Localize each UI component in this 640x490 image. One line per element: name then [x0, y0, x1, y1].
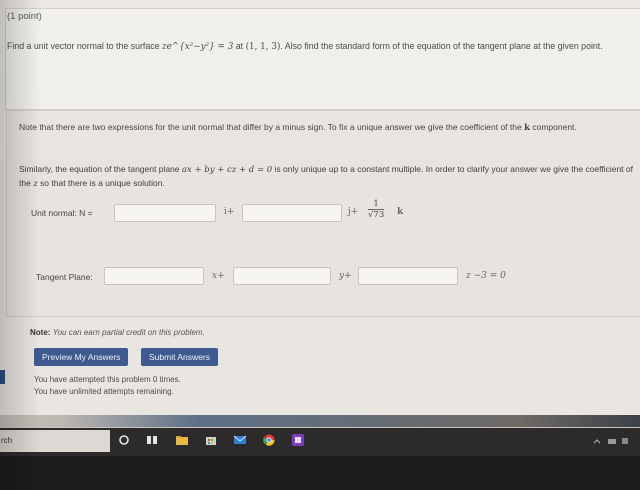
page-bottom-edge [0, 415, 640, 427]
fraction-denominator: √73 [368, 210, 385, 220]
note1-pre: Note that there are two expressions for … [19, 122, 525, 132]
preview-answers-button[interactable]: Preview My Answers [34, 348, 129, 366]
tangent-plane-x-sep: x+ [212, 271, 225, 281]
given-point: (1, 1, 3) [245, 42, 281, 52]
problem-points: (1 point) [7, 11, 42, 22]
unit-normal-note: Note that there are two expressions for … [19, 121, 634, 135]
unit-normal-k: k [397, 207, 404, 217]
plane-equation: ax + by + cz + d = 0 [181, 165, 273, 175]
taskbar-search-box[interactable]: rch [0, 430, 110, 452]
problem-question: Find a unit vector normal to the surface… [7, 39, 637, 55]
question-text-mid: at [233, 41, 246, 51]
unit-normal-i-sep: i+ [224, 207, 235, 217]
unit-normal-i-input[interactable] [114, 204, 216, 222]
file-explorer-icon[interactable] [176, 434, 188, 446]
tangent-plane-x-input[interactable] [104, 267, 204, 285]
windows-taskbar: rch [0, 428, 640, 456]
tangent-plane-note: Similarly, the equation of the tangent p… [19, 163, 639, 191]
desk-foreground [0, 456, 640, 490]
unit-normal-label: Unit normal: N = [31, 208, 93, 218]
attempts-line-2: You have unlimited attempts remaining. [34, 387, 174, 396]
fraction-numerator: 1 [368, 199, 385, 210]
side-tab-marker [0, 370, 5, 384]
mail-icon[interactable] [233, 434, 247, 446]
tangent-plane-z-input[interactable] [358, 267, 458, 285]
question-text-pre: Find a unit vector normal to the surface [7, 41, 162, 51]
question-text-post: . Also find the standard form of the equ… [280, 41, 603, 51]
k-coefficient-fraction: 1 √73 [368, 199, 385, 220]
submit-answers-button[interactable]: Submit Answers [141, 348, 218, 366]
problem-statement-box [5, 8, 640, 110]
surface-equation: ze^{x²−y²} = 3 [162, 42, 234, 52]
note2-post: so that there is a unique solution. [37, 178, 165, 188]
tangent-plane-label: Tangent Plane: [36, 272, 93, 282]
system-tray[interactable] [592, 436, 632, 448]
store-icon[interactable] [205, 434, 217, 446]
attempts-info: You have attempted this problem 0 times.… [34, 374, 181, 398]
chrome-icon[interactable] [263, 434, 275, 446]
unit-normal-j-sep: j+ [348, 207, 359, 217]
webwork-page: (1 point) Find a unit vector normal to t… [0, 0, 640, 427]
attempts-line-1: You have attempted this problem 0 times. [34, 375, 181, 384]
unit-normal-j-input[interactable] [242, 204, 342, 222]
tangent-plane-tail: z −3 = 0 [466, 271, 506, 281]
tangent-plane-y-input[interactable] [233, 267, 331, 285]
partial-credit-bold: Note: [30, 328, 51, 337]
onenote-icon[interactable] [292, 434, 304, 446]
note1-post: component. [529, 122, 577, 132]
note2-pre: Similarly, the equation of the tangent p… [19, 164, 182, 174]
partial-credit-note: Note: You can earn partial credit on thi… [30, 328, 205, 337]
partial-credit-text: You can earn partial credit on this prob… [52, 328, 205, 337]
cortana-icon[interactable] [118, 434, 130, 446]
task-view-icon[interactable] [146, 434, 158, 446]
tangent-plane-y-sep: y+ [339, 271, 352, 281]
